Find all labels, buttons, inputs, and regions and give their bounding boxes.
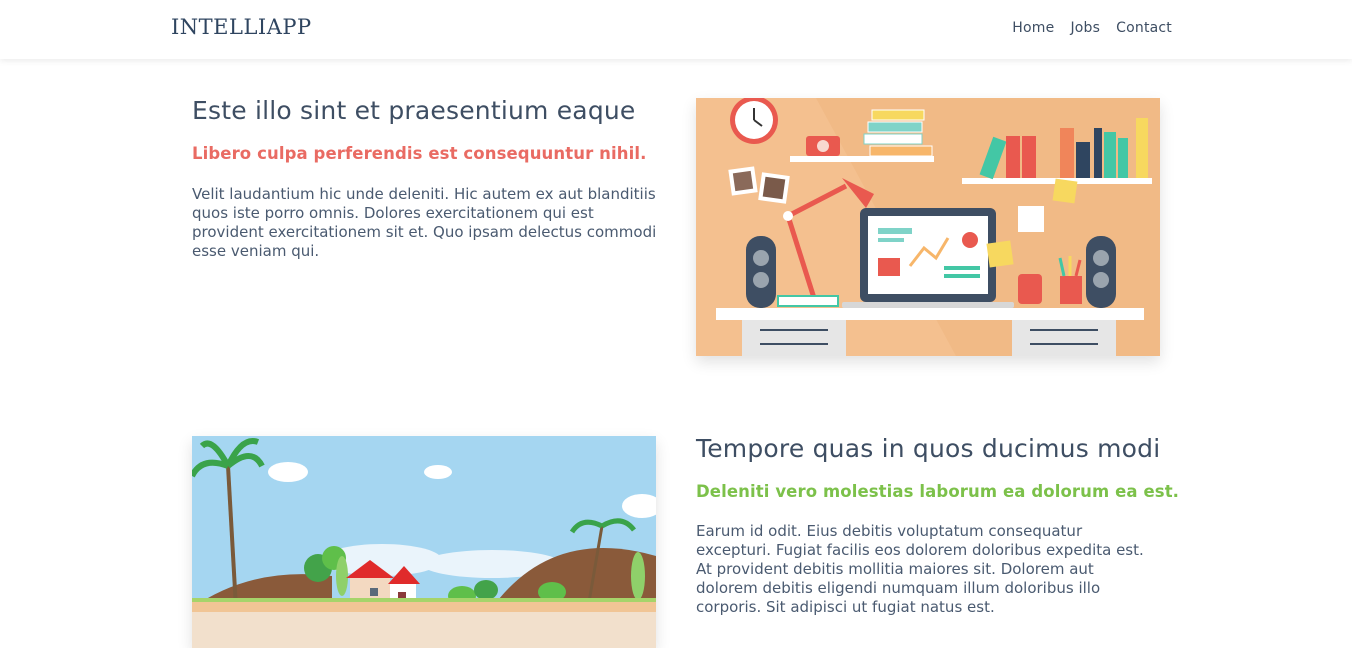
section2-title: Tempore quas in quos ducimus modi: [696, 434, 1161, 463]
nav-links: Home Jobs Contact: [1012, 20, 1172, 36]
nav-link-home[interactable]: Home: [1012, 20, 1054, 36]
section1-body: Velit laudantium hic unde deleniti. Hic …: [192, 185, 657, 260]
section1-title: Este illo sint et praesentium eaque: [192, 96, 636, 125]
logo[interactable]: INTELLIAPP: [171, 15, 312, 39]
workspace-desk-illustration: [696, 98, 1160, 356]
countryside-house-illustration: [192, 436, 656, 648]
navbar: INTELLIAPP Home Jobs Contact: [0, 0, 1352, 59]
section1-subtitle: Libero culpa perferendis est consequuntu…: [192, 144, 647, 163]
nav-link-jobs[interactable]: Jobs: [1070, 20, 1100, 36]
section2-body: Earum id odit. Eius debitis voluptatum c…: [696, 522, 1144, 616]
section2-subtitle: Deleniti vero molestias laborum ea dolor…: [696, 482, 1180, 501]
nav-link-contact[interactable]: Contact: [1116, 20, 1172, 36]
